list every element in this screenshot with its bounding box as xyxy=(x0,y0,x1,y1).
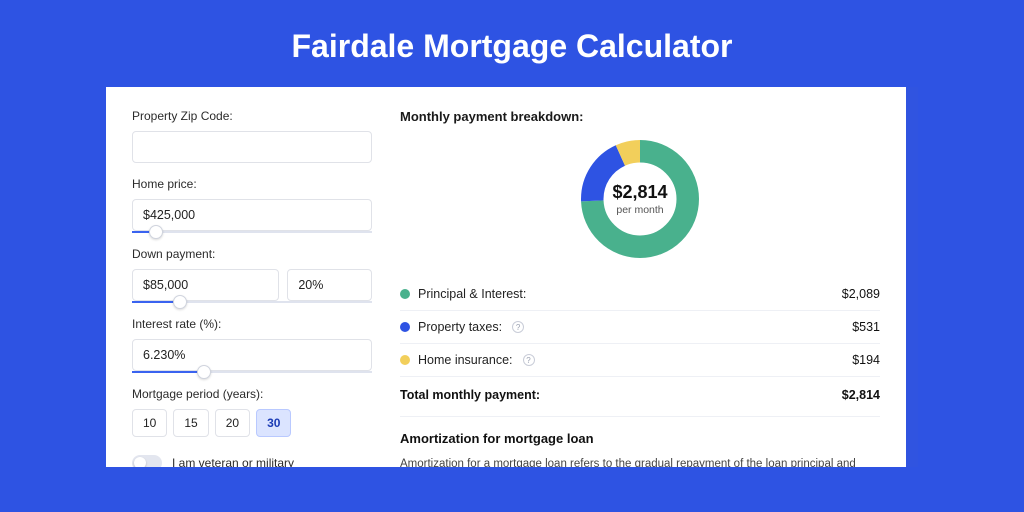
home-price-input[interactable] xyxy=(132,199,372,231)
slider-thumb[interactable] xyxy=(197,365,211,379)
donut-wrap: $2,814 per month xyxy=(400,136,880,262)
zip-group: Property Zip Code: xyxy=(132,109,372,163)
legend-value: $194 xyxy=(852,353,880,367)
rate-label: Interest rate (%): xyxy=(132,317,372,331)
period-pill-10[interactable]: 10 xyxy=(132,409,167,437)
total-row: Total monthly payment: $2,814 xyxy=(400,376,880,416)
period-pill-20[interactable]: 20 xyxy=(215,409,250,437)
period-group: Mortgage period (years): 10152030 xyxy=(132,387,372,437)
page-title: Fairdale Mortgage Calculator xyxy=(0,0,1024,87)
donut-sub: per month xyxy=(616,204,663,216)
legend-dot-icon xyxy=(400,289,410,299)
down-payment-input[interactable] xyxy=(132,269,279,301)
period-label: Mortgage period (years): xyxy=(132,387,372,401)
calculator-card: Property Zip Code: Home price: Down paym… xyxy=(106,87,906,467)
slider-thumb[interactable] xyxy=(173,295,187,309)
down-payment-slider[interactable] xyxy=(132,301,372,303)
donut-center: $2,814 per month xyxy=(577,136,703,262)
slider-fill xyxy=(132,371,204,373)
amortization-text: Amortization for a mortgage loan refers … xyxy=(400,456,880,467)
zip-input[interactable] xyxy=(132,131,372,163)
donut-chart: $2,814 per month xyxy=(577,136,703,262)
zip-label: Property Zip Code: xyxy=(132,109,372,123)
breakdown-title: Monthly payment breakdown: xyxy=(400,109,880,124)
legend-label: Property taxes: xyxy=(418,320,502,334)
legend-row: Property taxes:? $531 xyxy=(400,311,880,344)
veteran-label: I am veteran or military xyxy=(172,456,294,467)
card-shadow: Property Zip Code: Home price: Down paym… xyxy=(106,87,918,467)
down-payment-group: Down payment: xyxy=(132,247,372,303)
rate-slider[interactable] xyxy=(132,371,372,373)
legend-row: Home insurance:? $194 xyxy=(400,344,880,376)
total-value: $2,814 xyxy=(842,388,880,402)
legend-dot-icon xyxy=(400,355,410,365)
legend-left: Principal & Interest: xyxy=(400,287,526,301)
legend-value: $531 xyxy=(852,320,880,334)
legend-row: Principal & Interest: $2,089 xyxy=(400,278,880,311)
info-icon[interactable]: ? xyxy=(523,354,535,366)
period-pills: 10152030 xyxy=(132,409,372,437)
veteran-toggle[interactable] xyxy=(132,455,162,467)
period-pill-15[interactable]: 15 xyxy=(173,409,208,437)
legend-dot-icon xyxy=(400,322,410,332)
donut-amount: $2,814 xyxy=(612,182,667,203)
rate-input[interactable] xyxy=(132,339,372,371)
legend-left: Home insurance:? xyxy=(400,353,535,367)
total-label: Total monthly payment: xyxy=(400,388,540,402)
down-payment-pct-input[interactable] xyxy=(287,269,372,301)
legend-label: Home insurance: xyxy=(418,353,513,367)
breakdown-column: Monthly payment breakdown: $2,814 per mo… xyxy=(400,109,880,467)
amortization-section: Amortization for mortgage loan Amortizat… xyxy=(400,416,880,467)
veteran-row: I am veteran or military xyxy=(132,455,372,467)
legend-left: Property taxes:? xyxy=(400,320,524,334)
legend-label: Principal & Interest: xyxy=(418,287,526,301)
legend-value: $2,089 xyxy=(842,287,880,301)
slider-thumb[interactable] xyxy=(149,225,163,239)
home-price-label: Home price: xyxy=(132,177,372,191)
rate-group: Interest rate (%): xyxy=(132,317,372,373)
down-payment-label: Down payment: xyxy=(132,247,372,261)
legend: Principal & Interest: $2,089 Property taxe… xyxy=(400,278,880,376)
form-column: Property Zip Code: Home price: Down paym… xyxy=(132,109,372,467)
info-icon[interactable]: ? xyxy=(512,321,524,333)
period-pill-30[interactable]: 30 xyxy=(256,409,291,437)
home-price-slider[interactable] xyxy=(132,231,372,233)
amortization-title: Amortization for mortgage loan xyxy=(400,431,880,446)
home-price-group: Home price: xyxy=(132,177,372,233)
